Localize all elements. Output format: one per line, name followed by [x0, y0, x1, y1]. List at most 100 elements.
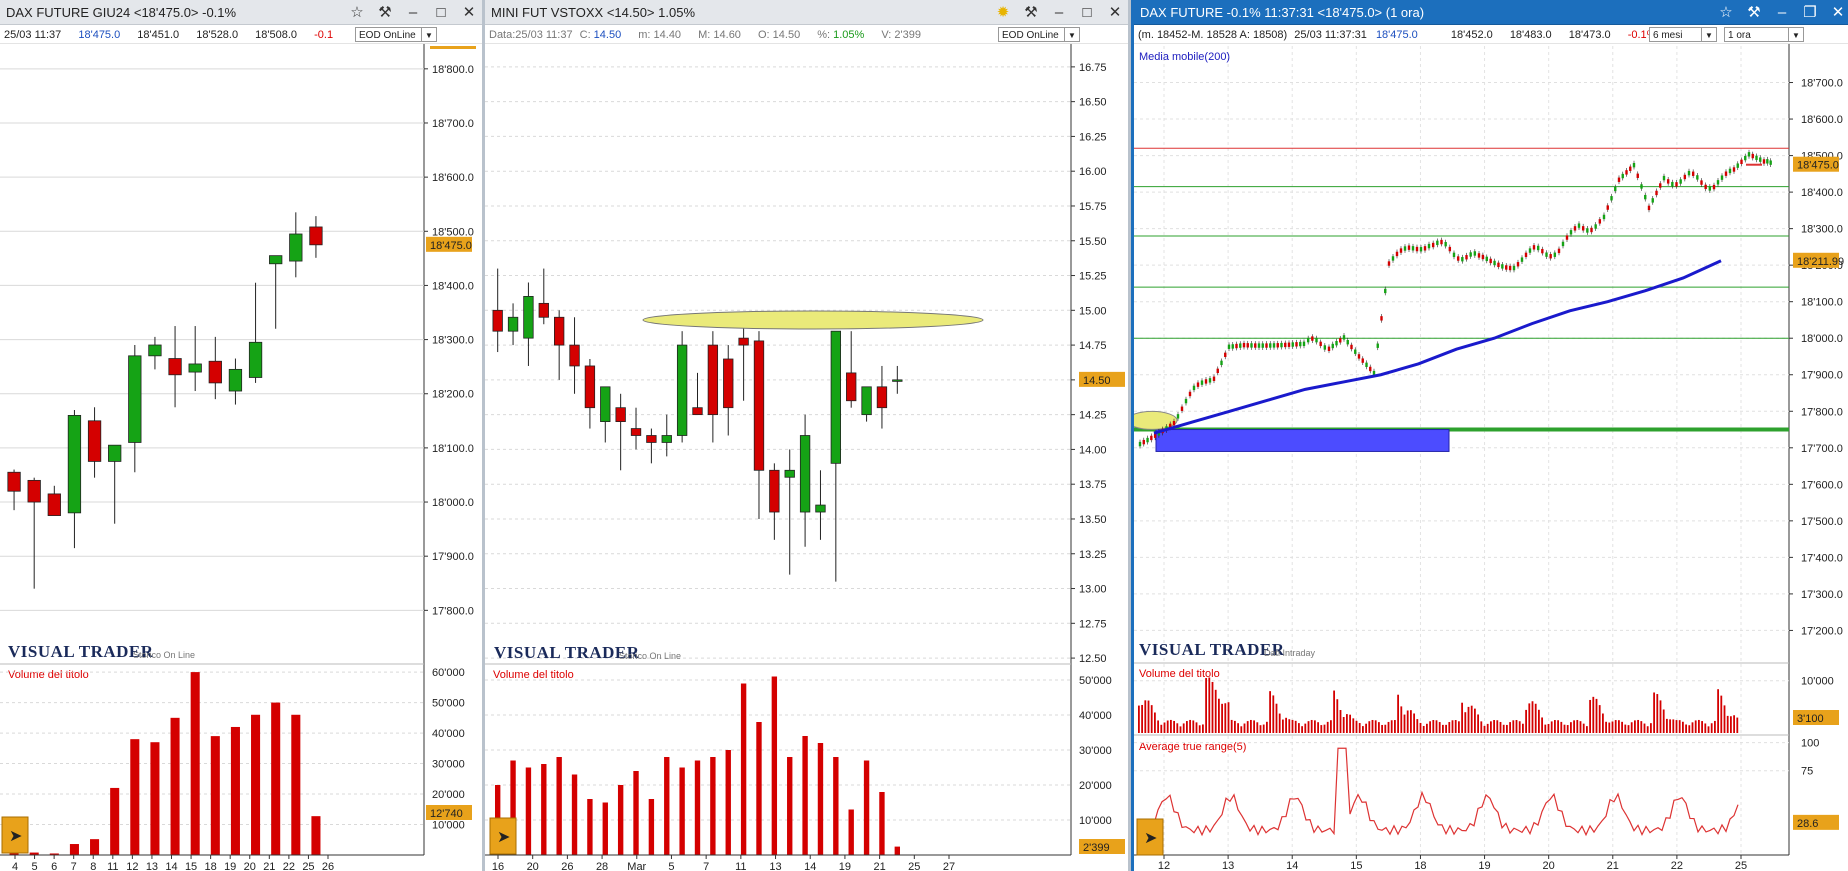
- candle-body: [1411, 246, 1415, 251]
- volume-bar: [725, 750, 731, 855]
- candle-body: [1636, 173, 1639, 178]
- volume-bar: [1285, 717, 1287, 733]
- volume-bar: [1550, 721, 1553, 733]
- candle-body: [1606, 205, 1609, 210]
- candle-body: [1671, 181, 1674, 187]
- volume-bar: [1269, 691, 1271, 733]
- volume-tick-label: 10'000: [1079, 815, 1112, 827]
- candle-body: [1444, 241, 1447, 247]
- volume-bar: [1160, 724, 1163, 733]
- candle-body: [1456, 256, 1460, 261]
- volume-bar: [1288, 719, 1291, 733]
- y-tick-label: 18'700.0: [1801, 78, 1843, 90]
- brand-subtitle: Dati Intraday: [1264, 648, 1316, 658]
- volume-bar: [1701, 721, 1703, 733]
- candle-body: [1485, 256, 1488, 262]
- y-tick-label: 13.00: [1079, 584, 1107, 596]
- candle-body: [1204, 379, 1208, 384]
- volume-bar: [1672, 719, 1675, 733]
- volume-bar: [1723, 705, 1726, 733]
- candle-body: [753, 340, 765, 471]
- x-tick-label: 25: [1735, 860, 1747, 871]
- candle-body: [1387, 261, 1391, 266]
- volume-bar: [1298, 723, 1300, 733]
- volume-bar: [1170, 719, 1172, 733]
- volume-bar: [787, 757, 793, 855]
- y-tick-label: 18'600.0: [432, 172, 474, 184]
- volume-bar: [1480, 721, 1483, 733]
- candle-body: [1687, 170, 1691, 176]
- y-tick-label: 14.75: [1079, 340, 1107, 352]
- candle-body: [1220, 360, 1223, 366]
- volume-bar: [1422, 725, 1425, 733]
- volume-bar: [1598, 705, 1601, 733]
- candle-body: [892, 379, 903, 382]
- candle-body: [1602, 214, 1606, 220]
- x-tick-label: 7: [71, 861, 77, 871]
- volume-bar: [1496, 720, 1499, 733]
- candle-body: [646, 435, 657, 443]
- y-tick-label: 17'800.0: [432, 605, 474, 617]
- volume-bar: [848, 809, 854, 855]
- volume-bar: [1154, 712, 1156, 733]
- volume-bar: [1205, 678, 1207, 733]
- chart-panel-dax-giu24[interactable]: DAX FUTURE GIU24 <18'475.0> -0.1% ☆ ⚒ – …: [0, 0, 485, 871]
- candle-body: [876, 386, 888, 409]
- y-tick-label: 12.75: [1079, 618, 1107, 630]
- volume-tick-label: 30'000: [432, 759, 465, 771]
- x-tick-label: 13: [769, 861, 781, 871]
- candle-body: [248, 341, 263, 378]
- candle-body: [1610, 196, 1613, 201]
- volume-bar: [1355, 720, 1358, 733]
- volume-bar: [1432, 720, 1435, 733]
- volume-bar: [587, 799, 593, 855]
- candle-body: [538, 302, 549, 318]
- x-tick-label: 22: [283, 861, 295, 871]
- chart-panel-dax-intraday[interactable]: DAX FUTURE -0.1% 11:37:31 <18'475.0> (1 …: [1131, 0, 1848, 871]
- chart-canvas-2: 12.50 12.75 13.00 13.25 13.50 13.75 14.00 14.25…: [485, 44, 1125, 871]
- candle-body: [1440, 239, 1443, 245]
- volume-bar: [802, 736, 808, 855]
- volume-bar: [1333, 690, 1335, 733]
- candle-body: [1208, 378, 1212, 383]
- candle-body: [1280, 342, 1283, 348]
- blue-zone-rectangle: [1155, 429, 1450, 452]
- x-tick-label: 11: [735, 861, 746, 871]
- volume-bar: [1326, 721, 1329, 733]
- volume-bar: [1179, 726, 1182, 733]
- candle-body: [289, 233, 303, 262]
- volume-bar: [1278, 713, 1281, 733]
- play-arrow-icon: ➤: [1144, 830, 1157, 847]
- candle-body: [1536, 245, 1540, 251]
- x-tick-label: 14: [165, 861, 177, 871]
- volume-bar: [1461, 702, 1463, 733]
- volume-bar: [664, 757, 670, 855]
- candle-body: [1716, 180, 1720, 185]
- y-tick-label: 15.50: [1079, 236, 1107, 248]
- candle-body: [1755, 155, 1758, 161]
- volume-bar: [1314, 720, 1316, 733]
- candle-body: [1323, 345, 1327, 350]
- volume-bar: [1275, 703, 1278, 733]
- x-tick-label: 22: [1671, 860, 1683, 871]
- volume-bar: [1646, 726, 1649, 733]
- candle-body: [1557, 248, 1561, 254]
- candle-body: [1246, 343, 1249, 348]
- candle-body: [1254, 343, 1257, 348]
- brand-logo: VISUAL TRADER: [8, 642, 154, 661]
- x-tick-label: 14: [804, 861, 816, 871]
- volume-bar: [1717, 689, 1719, 733]
- volume-bar: [1317, 722, 1319, 733]
- candle-body: [1744, 155, 1747, 161]
- candle-body: [1769, 160, 1772, 165]
- volume-bar: [740, 683, 747, 855]
- candle-body: [1675, 182, 1678, 187]
- candle-body: [1632, 162, 1636, 168]
- volume-bar: [1266, 721, 1268, 733]
- volume-bar: [1656, 694, 1659, 733]
- candle-body: [1192, 385, 1196, 391]
- volume-bar: [1611, 721, 1614, 733]
- candle-body: [1700, 180, 1703, 185]
- chart-panel-vstoxx[interactable]: MINI FUT VSTOXX <14.50> 1.05% ✹ ⚒ – □ ✕ …: [485, 0, 1131, 871]
- price-marker-label: 2'399: [1083, 842, 1110, 854]
